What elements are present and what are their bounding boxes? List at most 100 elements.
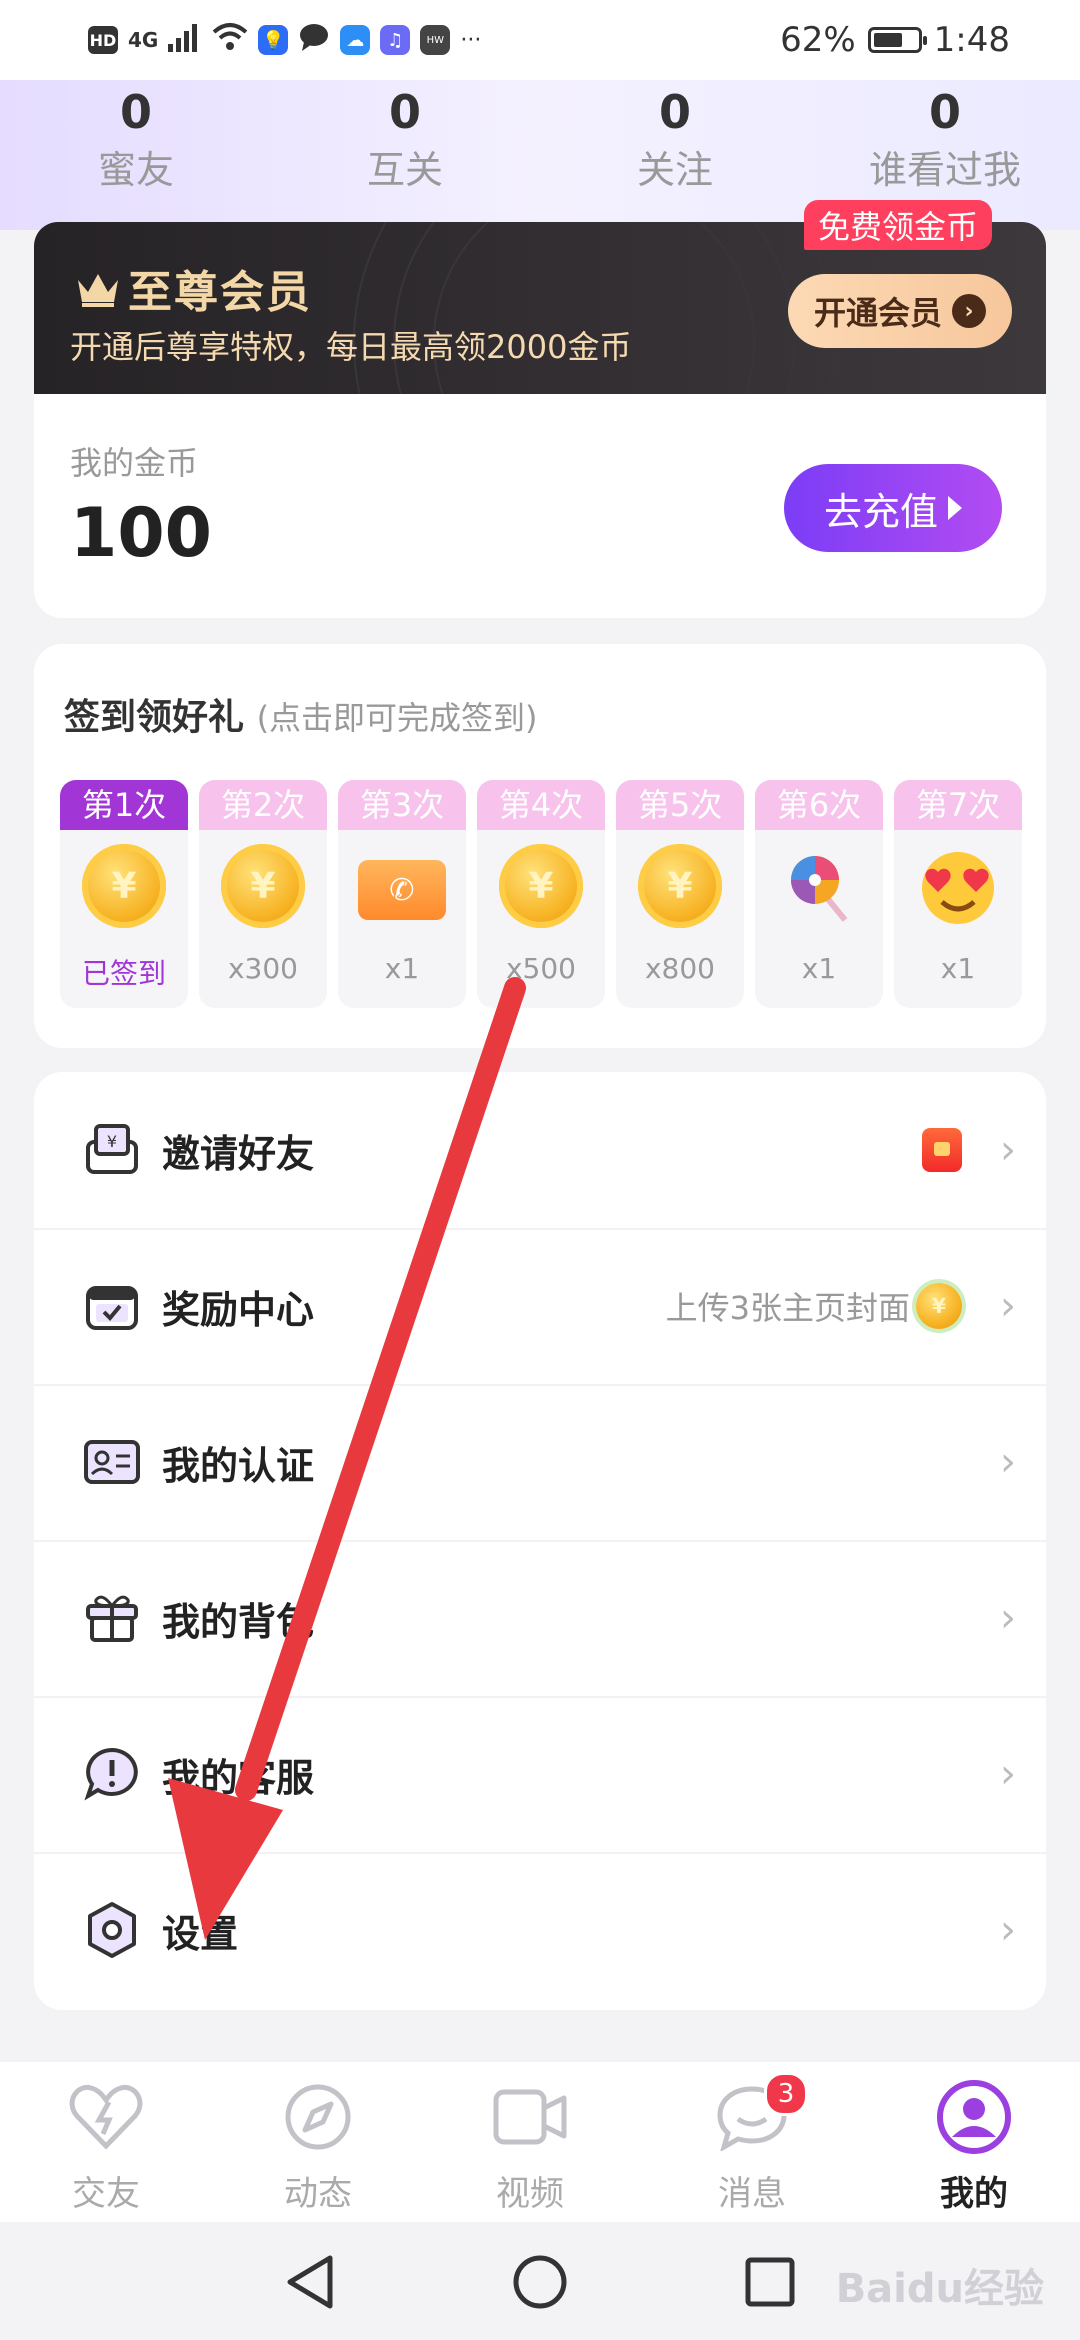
day-header: 第1次 [60,780,188,830]
chevron-right-icon: › [1000,1751,1016,1797]
stat-value: 0 [928,85,961,139]
stat-value: 0 [119,85,152,139]
stat-friends[interactable]: 0 蜜友 [36,80,236,198]
day-reward: x1 [384,952,420,985]
day-header: 第7次 [894,780,1022,830]
checkin-day-2[interactable]: 第2次 ¥ x300 [199,780,327,1008]
coins-value: 100 [70,494,212,573]
checkin-card: 签到领好礼 (点击即可完成签到) 第1次 ¥ 已签到 第2次 ¥ x300 第3… [34,644,1046,1048]
checkin-day-1[interactable]: 第1次 ¥ 已签到 [60,780,188,1008]
unread-badge: 3 [764,2072,808,2116]
day-reward: x1 [940,952,976,985]
red-packet-icon [922,1128,962,1172]
day-header: 第5次 [616,780,744,830]
chevron-right-icon: › [1000,1283,1016,1329]
coin-icon: ¥ [221,844,305,928]
menu-card: ¥ 邀请好友 › 奖励中心 上传3张主页封面 ¥ › 我的认证 › 我的背包 › [34,1072,1046,2010]
status-bar: HD 4G 💡 ☁ ♫ HW ··· 62% 1:48 [0,0,1080,80]
battery-percent: 62% [780,20,856,60]
reward-hint: 上传3张主页封面 [665,1289,910,1327]
service-chat-icon [80,1742,144,1806]
nav-label: 我的 [940,2174,1008,2214]
system-nav-bar: Baidu经验 [0,2222,1080,2340]
heart-icon [26,2072,186,2162]
profile-icon [894,2072,1054,2162]
recharge-button[interactable]: 去充值 [784,464,1002,552]
stat-mutual[interactable]: 0 互关 [305,80,505,198]
stat-label: 蜜友 [97,148,174,192]
menu-item-backpack[interactable]: 我的背包 › [34,1540,1046,1698]
checkin-day-3[interactable]: 第3次 ✆ x1 [338,780,466,1008]
checkin-day-4[interactable]: 第4次 ¥ x500 [477,780,605,1008]
coin-icon: ¥ [499,844,583,928]
menu-item-settings[interactable]: 设置 › [34,1852,1046,2008]
menu-item-customer-service[interactable]: 我的客服 › [34,1696,1046,1854]
menu-label: 邀请好友 [162,1131,315,1176]
coin-icon: ¥ [916,1283,962,1329]
chevron-right-icon: › [1000,1907,1016,1953]
stat-label: 关注 [636,148,713,192]
recharge-label: 去充值 [823,489,938,534]
more-icon: ··· [460,27,482,53]
back-icon[interactable] [282,2252,338,2312]
gift-box-icon [80,1586,144,1650]
coins-label: 我的金币 [70,444,199,482]
day-header: 第2次 [199,780,327,830]
day-reward: 已签到 [81,957,166,990]
wifi-icon [212,22,248,58]
open-vip-button[interactable]: 开通会员 › [788,274,1012,348]
svg-text:¥: ¥ [107,1132,117,1151]
bottom-nav: 交友 动态 视频 3 消息 我的 [0,2062,1080,2222]
checkin-day-6[interactable]: 第6次 x1 [755,780,883,1008]
status-icons-right: 62% 1:48 [780,18,1010,62]
signal-icon [168,22,202,58]
menu-item-rewards[interactable]: 奖励中心 上传3张主页封面 ¥ › [34,1228,1046,1386]
id-card-icon [80,1430,144,1494]
day-reward: x1 [801,952,837,985]
call-ticket-icon: ✆ [358,860,446,920]
day-reward: x300 [227,952,298,985]
day-reward: x800 [644,952,715,985]
nav-tab-messages[interactable]: 3 消息 [672,2072,832,2215]
stat-value: 0 [388,85,421,139]
checkin-day-7[interactable]: 第7次 x1 [894,780,1022,1008]
day-reward: x500 [505,952,576,985]
crown-icon [78,274,118,307]
menu-extra: 上传3张主页封面 ¥ [666,1283,962,1329]
menu-item-verification[interactable]: 我的认证 › [34,1384,1046,1542]
hd-icon: HD [88,26,118,54]
status-icons-left: HD 4G 💡 ☁ ♫ HW ··· [88,20,481,60]
home-icon[interactable] [510,2252,570,2312]
cloud-app-icon: ☁ [340,25,371,55]
chevron-right-icon: › [1000,1127,1016,1173]
nav-tab-video[interactable]: 视频 [450,2072,610,2215]
menu-item-invite[interactable]: ¥ 邀请好友 › [34,1072,1046,1230]
stat-visitors[interactable]: 0 谁看过我 [845,80,1045,198]
compass-icon [238,2072,398,2162]
menu-label: 我的背包 [162,1599,315,1644]
checkin-day-5[interactable]: 第5次 ¥ x800 [616,780,744,1008]
video-icon [450,2072,610,2162]
recents-icon[interactable] [742,2254,798,2310]
bulb-app-icon: 💡 [258,25,289,55]
nav-tab-moments[interactable]: 动态 [238,2072,398,2215]
nav-tab-me[interactable]: 我的 [894,2072,1054,2215]
checkin-hint: (点击即可完成签到) [256,699,538,737]
lollipop-icon [775,842,863,930]
message-icon: 3 [672,2072,832,2162]
vip-title: 至尊会员 [74,256,312,320]
coin-icon: ¥ [82,844,166,928]
stat-following[interactable]: 0 关注 [575,80,775,198]
music-app-icon: ♫ [380,25,411,55]
open-vip-label: 开通会员 [813,294,942,332]
chevron-right-icon: › [952,294,986,328]
menu-label: 我的认证 [162,1443,315,1488]
stat-label: 谁看过我 [868,148,1021,192]
invite-wallet-icon: ¥ [80,1118,144,1182]
free-coins-badge: 免费领金币 [804,200,993,250]
chevron-right-icon: › [1000,1595,1016,1641]
nav-label: 视频 [496,2174,564,2214]
vip-title-text: 至尊会员 [128,267,312,318]
my-coins-card: 我的金币 100 去充值 [34,394,1046,618]
nav-tab-friends[interactable]: 交友 [26,2072,186,2215]
